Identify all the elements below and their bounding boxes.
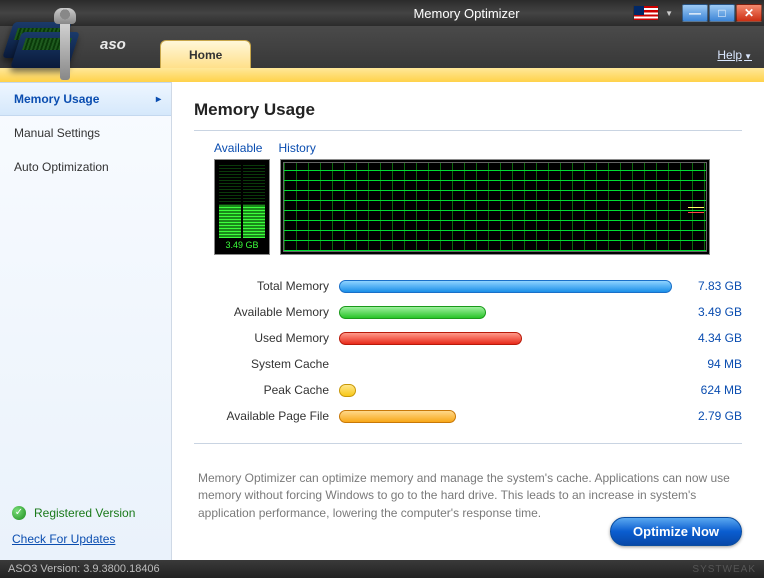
chart-available-label: Available xyxy=(214,141,262,155)
close-button[interactable]: ✕ xyxy=(736,4,762,22)
history-chart xyxy=(280,159,710,255)
registered-label: Registered Version xyxy=(34,506,135,520)
stat-row-total: Total Memory 7.83 GB xyxy=(204,273,742,299)
app-logo-icon xyxy=(8,22,88,92)
brand-text: aso xyxy=(100,36,126,53)
stat-bar xyxy=(339,280,672,293)
gauge-value: 3.49 GB xyxy=(219,240,265,250)
registered-status: Registered Version xyxy=(0,498,171,528)
sidebar-item-auto-optimization[interactable]: Auto Optimization xyxy=(0,150,171,184)
help-label: Help xyxy=(717,48,742,62)
stat-row-system-cache: System Cache 94 MB xyxy=(204,351,742,377)
chart-history-label: History xyxy=(278,141,315,155)
chevron-down-icon[interactable]: ▼ xyxy=(665,9,673,18)
flag-icon[interactable] xyxy=(633,5,659,21)
optimize-button[interactable]: Optimize Now xyxy=(610,517,742,546)
check-circle-icon xyxy=(12,506,26,520)
stat-label: Used Memory xyxy=(204,331,339,345)
ribbon: aso Home Help▼ xyxy=(0,26,764,68)
sidebar-item-label: Manual Settings xyxy=(14,126,100,140)
stat-row-page-file: Available Page File 2.79 GB xyxy=(204,403,742,429)
window-title: Memory Optimizer xyxy=(300,6,633,21)
check-updates-link[interactable]: Check For Updates xyxy=(0,528,171,560)
stat-row-available: Available Memory 3.49 GB xyxy=(204,299,742,325)
content-pane: Memory Usage Available History 3.49 GB T… xyxy=(172,82,764,560)
description-text: Memory Optimizer can optimize memory and… xyxy=(198,470,742,522)
status-bar: ASO3 Version: 3.9.3800.18406 SYSTWEAK xyxy=(0,560,764,578)
stat-value: 4.34 GB xyxy=(678,331,742,345)
optimize-button-label: Optimize Now xyxy=(633,524,719,539)
divider xyxy=(194,443,742,444)
help-menu[interactable]: Help▼ xyxy=(717,48,752,62)
minimize-button[interactable]: — xyxy=(682,4,708,22)
divider xyxy=(194,130,742,131)
stat-bar xyxy=(339,332,522,345)
stat-row-used: Used Memory 4.34 GB xyxy=(204,325,742,351)
page-title: Memory Usage xyxy=(194,100,742,120)
stat-label: Available Memory xyxy=(204,305,339,319)
sidebar-item-label: Auto Optimization xyxy=(14,160,109,174)
watermark-text: SYSTWEAK xyxy=(692,564,756,575)
ribbon-strip xyxy=(0,68,764,82)
stat-value: 624 MB xyxy=(678,383,742,397)
check-updates-label: Check For Updates xyxy=(12,532,115,546)
available-gauge: 3.49 GB xyxy=(214,159,270,255)
stat-label: Available Page File xyxy=(204,409,339,423)
title-bar: Memory Optimizer ▼ — □ ✕ xyxy=(0,0,764,26)
tab-home[interactable]: Home xyxy=(160,40,251,68)
sidebar: Memory Usage Manual Settings Auto Optimi… xyxy=(0,82,172,560)
stat-value: 7.83 GB xyxy=(678,279,742,293)
sidebar-item-manual-settings[interactable]: Manual Settings xyxy=(0,116,171,150)
stat-bar xyxy=(339,306,486,319)
stat-label: System Cache xyxy=(204,357,339,371)
stat-label: Total Memory xyxy=(204,279,339,293)
version-text: ASO3 Version: 3.9.3800.18406 xyxy=(8,563,160,575)
chevron-down-icon: ▼ xyxy=(744,52,752,61)
stats-table: Total Memory 7.83 GB Available Memory 3.… xyxy=(204,273,742,429)
sidebar-item-label: Memory Usage xyxy=(14,92,99,106)
stat-bar xyxy=(339,384,356,397)
maximize-button[interactable]: □ xyxy=(709,4,735,22)
stat-value: 2.79 GB xyxy=(678,409,742,423)
tab-home-label: Home xyxy=(189,48,222,62)
chart-header: Available History xyxy=(214,141,742,155)
stat-bar xyxy=(339,410,456,423)
stat-value: 94 MB xyxy=(678,357,742,371)
history-trace xyxy=(688,207,704,213)
stat-value: 3.49 GB xyxy=(678,305,742,319)
stat-label: Peak Cache xyxy=(204,383,339,397)
stat-row-peak-cache: Peak Cache 624 MB xyxy=(204,377,742,403)
